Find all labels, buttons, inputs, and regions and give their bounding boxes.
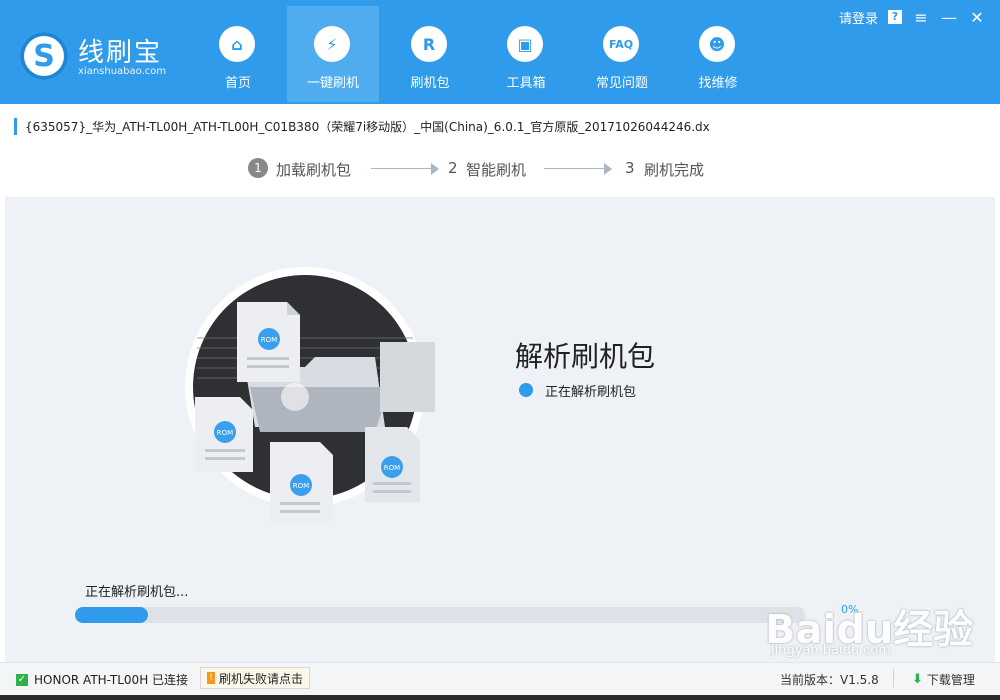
- flash-fail-help-button[interactable]: ! 刷机失败请点击: [200, 667, 311, 689]
- rom-file-name: {635057}_华为_ATH-TL00H_ATH-TL00H_C01B380（…: [14, 118, 710, 135]
- rom-package-icon: R: [411, 26, 447, 62]
- toolbox-icon: ▣: [507, 26, 543, 62]
- app-logo: S 线刷宝 xianshuabao.com: [20, 30, 180, 80]
- nav-label: 找维修: [698, 76, 738, 91]
- login-link[interactable]: 请登录: [839, 8, 878, 27]
- logo-subtitle: xianshuabao.com: [78, 66, 167, 77]
- nav-label: 刷机包: [410, 76, 450, 91]
- step-2-label: 智能刷机: [466, 161, 527, 179]
- progress-bar-fill: [75, 607, 148, 623]
- close-icon[interactable]: ✕: [968, 8, 986, 27]
- device-status: HONOR ATH-TL00H 已连接: [34, 673, 189, 687]
- download-manager-button[interactable]: ⬇ 下载管理: [912, 671, 975, 688]
- nav-find-repair[interactable]: ☻ 找维修: [672, 6, 764, 102]
- download-manager-label: 下载管理: [926, 673, 975, 687]
- logo-s-glyph: S: [33, 38, 55, 74]
- status-title: 解析刷机包: [515, 340, 656, 373]
- baidu-watermark: Baidu经验 jingyan.baidu.com: [765, 585, 975, 658]
- logo-title: 线刷宝: [78, 38, 163, 68]
- progress-bar: [75, 607, 805, 623]
- arrow-right-icon: [431, 163, 439, 175]
- rom-doc-label: ROM: [217, 429, 233, 437]
- nav-label: 一键刷机: [306, 76, 359, 91]
- check-icon: ✓: [16, 673, 28, 686]
- minimize-icon[interactable]: —: [940, 8, 958, 27]
- app-version: 当前版本：V1.5.8: [780, 673, 879, 687]
- divider: [893, 669, 894, 687]
- repair-person-icon: ☻: [699, 26, 735, 62]
- window-controls: 请登录 ? ≡ — ✕: [839, 6, 986, 28]
- step-3-number: 3: [625, 159, 635, 177]
- lightning-icon: ⚡: [314, 26, 350, 62]
- nav-one-click-flash[interactable]: ⚡ 一键刷机: [287, 6, 379, 102]
- status-detail: 正在解析刷机包: [545, 385, 637, 400]
- step-2-number: 2: [448, 159, 458, 177]
- menu-icon[interactable]: ≡: [912, 8, 930, 27]
- progress-text: 正在解析刷机包...: [85, 585, 189, 600]
- step-arrow-line: [371, 168, 431, 169]
- nav-faq[interactable]: FAQ 常见问题: [576, 6, 668, 102]
- rom-parsing-illustration: ROM ROM ROM ROM: [185, 267, 435, 522]
- main-panel: ROM ROM ROM ROM 解析刷机包 正在解析刷机包 正在解析刷机包...…: [5, 197, 995, 662]
- download-icon: ⬇: [912, 672, 923, 687]
- rom-doc-label: ROM: [384, 464, 400, 472]
- status-bar: ✓ HONOR ATH-TL00H 已连接 ! 刷机失败请点击 当前版本：V1.…: [0, 662, 1000, 695]
- app-window: S 线刷宝 xianshuabao.com ⌂ 首页 ⚡ 一键刷机 R 刷机包 …: [0, 0, 1000, 695]
- device-connection: ✓ HONOR ATH-TL00H 已连接: [16, 671, 188, 688]
- step-3-label: 刷机完成: [644, 161, 705, 179]
- nav-label: 工具箱: [506, 76, 546, 91]
- nav-toolbox[interactable]: ▣ 工具箱: [480, 6, 572, 102]
- app-header: S 线刷宝 xianshuabao.com ⌂ 首页 ⚡ 一键刷机 R 刷机包 …: [0, 0, 1000, 104]
- help-icon[interactable]: ?: [888, 10, 902, 24]
- home-icon: ⌂: [219, 26, 255, 62]
- nav-label: 常见问题: [595, 76, 648, 91]
- flash-fail-help-label: 刷机失败请点击: [219, 671, 304, 686]
- nav-rom-package[interactable]: R 刷机包: [384, 6, 476, 102]
- warning-icon: !: [207, 672, 215, 684]
- step-1-label: 加载刷机包: [276, 161, 352, 179]
- status-dot-icon: [519, 383, 533, 397]
- nav-label: 首页: [224, 76, 251, 91]
- faq-icon: FAQ: [603, 26, 639, 62]
- watermark-sub: jingyan.baidu.com: [771, 643, 891, 658]
- step-1-number: 1: [248, 158, 268, 178]
- arrow-right-icon: [604, 163, 612, 175]
- step-arrow-line: [544, 168, 604, 169]
- rom-doc-label: ROM: [261, 336, 277, 344]
- nav-home[interactable]: ⌂ 首页: [192, 6, 284, 102]
- rom-doc-label: ROM: [293, 482, 309, 490]
